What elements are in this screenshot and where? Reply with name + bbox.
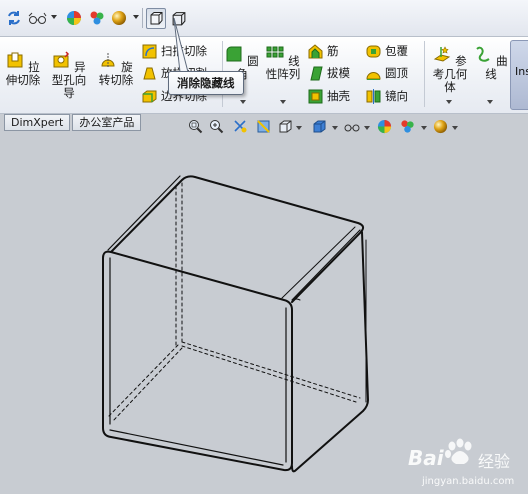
hole-wizard-icon xyxy=(53,51,70,68)
mirror-label: 镜向 xyxy=(385,89,408,103)
tooltip: 消除隐藏线 xyxy=(168,71,244,95)
baidu-jingyan-watermark: Bai 经验 jingyan.baidu.com xyxy=(408,436,526,492)
draft-label: 拔模 xyxy=(327,66,350,80)
dome-icon xyxy=(366,72,381,80)
extrude-cut-icon xyxy=(7,52,23,68)
mirror-button[interactable]: 镜向 xyxy=(366,87,408,105)
fillet-icon xyxy=(226,46,242,62)
toolbar-separator xyxy=(142,8,143,28)
chevron-down-icon[interactable] xyxy=(452,126,458,130)
section-view-icon[interactable] xyxy=(256,119,271,134)
glasses-icon[interactable] xyxy=(28,10,48,26)
view-settings-sphere-icon[interactable] xyxy=(433,119,448,134)
curves-button[interactable]: 曲线 xyxy=(474,45,508,81)
watermark-brand: Bai xyxy=(408,446,444,470)
chevron-down-icon[interactable] xyxy=(332,126,338,130)
chevron-down-icon[interactable] xyxy=(51,15,57,19)
curves-icon xyxy=(476,46,490,62)
revolve-cut-icon xyxy=(101,53,115,67)
chevron-down-icon[interactable] xyxy=(421,126,427,130)
display-style-icon[interactable] xyxy=(312,119,327,134)
mirror-icon xyxy=(366,89,381,104)
rib-icon xyxy=(308,44,323,59)
linear-pattern-dropdown-icon[interactable] xyxy=(280,100,286,104)
linear-pattern-icon xyxy=(266,46,284,58)
view-orientation-icon[interactable] xyxy=(278,119,293,134)
wrap-label: 包覆 xyxy=(385,44,408,58)
curves-dropdown-icon[interactable] xyxy=(487,100,493,104)
revolve-cut-button[interactable]: 旋转切除 xyxy=(94,51,138,87)
hole-wizard-button[interactable]: 异型孔向导 xyxy=(48,51,90,100)
apply-scene-icon[interactable] xyxy=(400,119,415,134)
watermark-url: jingyan.baidu.com xyxy=(422,476,515,487)
fillet-dropdown-icon[interactable] xyxy=(240,100,246,104)
shell-icon xyxy=(308,89,323,104)
tab-dimxpert[interactable]: DimXpert xyxy=(4,114,71,131)
shell-label: 抽壳 xyxy=(327,89,350,103)
feature-tabs: DimXpert 办公室产品 xyxy=(4,114,143,131)
hidden-lines-removed-button[interactable] xyxy=(146,8,166,29)
rebuild-icon[interactable] xyxy=(6,10,22,26)
hide-show-items-icon[interactable] xyxy=(343,119,361,134)
realview-sphere-icon[interactable] xyxy=(111,10,127,26)
hidden-lines-removed-icon xyxy=(150,12,163,25)
appearance-ball-icon[interactable] xyxy=(66,10,82,26)
chevron-down-icon[interactable] xyxy=(296,126,302,130)
zoom-to-area-icon[interactable] xyxy=(209,119,224,134)
previous-view-icon[interactable] xyxy=(233,119,248,134)
extrude-cut-button[interactable]: 拉伸切除 xyxy=(2,51,44,87)
boundary-cut-icon xyxy=(142,90,157,103)
command-manager-ribbon: 拉伸切除 异型孔向导 旋转切除 扫描切除 放样切割 边界切除 圆角 xyxy=(0,37,528,114)
reference-geometry-button[interactable]: 参考几何体 xyxy=(428,45,472,94)
quick-access-toolbar xyxy=(0,0,528,37)
draft-button[interactable]: 拔模 xyxy=(308,64,350,82)
swept-cut-icon xyxy=(142,44,157,59)
dome-button[interactable]: 圆顶 xyxy=(366,64,408,82)
reference-geometry-dropdown-icon[interactable] xyxy=(446,100,452,104)
lofted-cut-icon xyxy=(143,67,156,80)
instant3d-button[interactable]: Ins xyxy=(510,40,528,110)
rib-button[interactable]: 筋 xyxy=(308,42,339,60)
edit-appearance-icon[interactable] xyxy=(377,119,392,134)
instant3d-label: Ins xyxy=(515,65,528,78)
draft-icon xyxy=(310,66,323,81)
wrap-icon xyxy=(366,45,381,58)
ribbon-separator xyxy=(424,41,425,107)
tooltip-pointer xyxy=(173,18,189,73)
zoom-to-fit-icon[interactable] xyxy=(188,119,203,134)
dome-label: 圆顶 xyxy=(385,66,408,80)
shell-button[interactable]: 抽壳 xyxy=(308,87,350,105)
chevron-down-icon[interactable] xyxy=(133,15,139,19)
watermark-brand-cn: 经验 xyxy=(478,452,511,471)
tab-office-products[interactable]: 办公室产品 xyxy=(72,114,142,131)
rib-label: 筋 xyxy=(327,44,339,58)
reference-geometry-icon xyxy=(434,46,451,62)
wrap-button[interactable]: 包覆 xyxy=(366,42,408,60)
scene-icon[interactable] xyxy=(89,10,105,26)
chevron-down-icon[interactable] xyxy=(364,126,370,130)
linear-pattern-button[interactable]: 线性阵列 xyxy=(262,45,304,81)
